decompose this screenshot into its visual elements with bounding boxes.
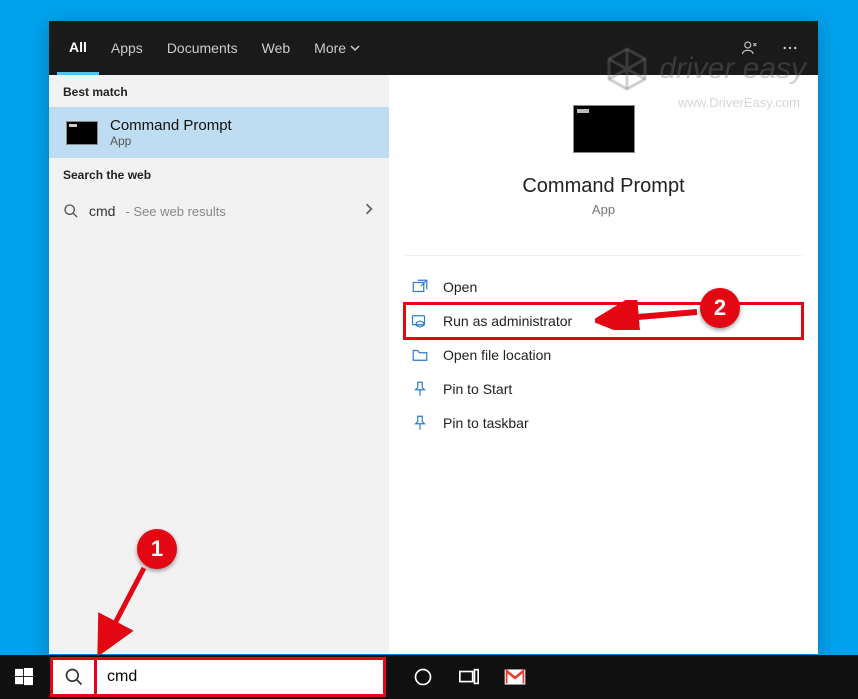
- web-result-row[interactable]: cmd - See web results: [49, 190, 389, 232]
- web-query: cmd: [89, 203, 115, 219]
- task-view-icon: [458, 666, 480, 688]
- action-pin-to-taskbar[interactable]: Pin to taskbar: [405, 406, 802, 440]
- preview-title: Command Prompt: [522, 175, 684, 198]
- best-match-result[interactable]: Command Prompt App: [49, 107, 389, 158]
- start-button[interactable]: [0, 655, 48, 699]
- chevron-down-icon: [350, 43, 360, 53]
- taskbar-search-input[interactable]: [97, 660, 383, 694]
- web-hint: - See web results: [125, 204, 225, 219]
- folder-icon: [411, 346, 429, 364]
- open-icon: [411, 278, 429, 296]
- annotation-badge-2: 2: [700, 288, 740, 328]
- action-pin-to-start[interactable]: Pin to Start: [405, 372, 802, 406]
- action-pin-start-label: Pin to Start: [443, 381, 512, 397]
- action-open-file-location[interactable]: Open file location: [405, 338, 802, 372]
- result-title: Command Prompt: [110, 117, 232, 134]
- actions-list: Open Run as administrator Open file loca…: [405, 255, 802, 440]
- tab-more-label: More: [314, 40, 346, 56]
- cmd-thumbnail-icon: [66, 121, 98, 145]
- gmail-taskbar-icon[interactable]: [492, 655, 538, 699]
- gmail-icon: [504, 669, 526, 685]
- action-run-as-administrator[interactable]: Run as administrator: [405, 304, 802, 338]
- taskbar-search-icon[interactable]: [53, 660, 97, 694]
- windows-logo-icon: [15, 668, 33, 686]
- action-open-label: Open: [443, 279, 477, 295]
- tab-all[interactable]: All: [57, 21, 99, 75]
- feedback-icon[interactable]: [730, 28, 770, 68]
- annotation-badge-1: 1: [137, 529, 177, 569]
- tab-documents[interactable]: Documents: [155, 21, 250, 75]
- action-run-admin-label: Run as administrator: [443, 313, 572, 329]
- action-open[interactable]: Open: [405, 270, 802, 304]
- results-column: Best match Command Prompt App Search the…: [49, 75, 389, 654]
- search-icon: [63, 203, 79, 219]
- search-tabs: All Apps Documents Web More: [49, 21, 818, 75]
- pin-taskbar-icon: [411, 414, 429, 432]
- result-subtitle: App: [110, 134, 232, 148]
- tab-web[interactable]: Web: [250, 21, 303, 75]
- preview-thumbnail-icon: [573, 105, 635, 153]
- pin-start-icon: [411, 380, 429, 398]
- cortana-button[interactable]: [400, 655, 446, 699]
- action-open-loc-label: Open file location: [443, 347, 551, 363]
- tab-more[interactable]: More: [302, 21, 372, 75]
- preview-pane: Command Prompt App Open Run as administr…: [389, 75, 818, 654]
- action-pin-taskbar-label: Pin to taskbar: [443, 415, 529, 431]
- tab-apps[interactable]: Apps: [99, 21, 155, 75]
- preview-subtitle: App: [592, 202, 615, 217]
- taskbar: [0, 655, 858, 699]
- run-admin-icon: [411, 312, 429, 330]
- search-icon: [64, 667, 84, 687]
- cortana-icon: [413, 667, 433, 687]
- taskbar-search: [50, 657, 386, 697]
- chevron-right-icon: [363, 202, 375, 220]
- more-options-icon[interactable]: [770, 28, 810, 68]
- task-view-button[interactable]: [446, 655, 492, 699]
- search-web-label: Search the web: [49, 158, 389, 190]
- best-match-label: Best match: [49, 75, 389, 107]
